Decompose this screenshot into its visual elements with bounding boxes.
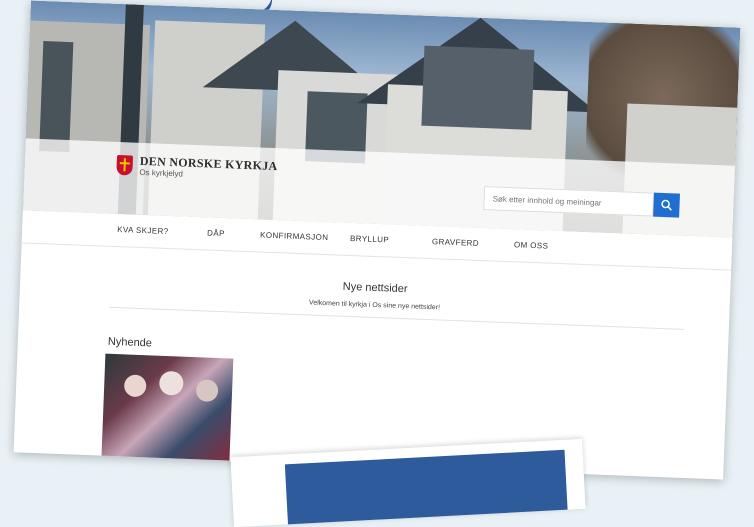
website-screenshot: DEN NORSKE KYRKJA Os kyrkjelyd KVA SKJER…: [13, 0, 741, 480]
news-heading: Nyhende: [107, 335, 153, 350]
church-shield-icon: [116, 154, 134, 176]
nav-item-gravferd[interactable]: GRAVFERD: [432, 237, 479, 248]
nav-item-kva-skjer[interactable]: KVA SKJER?: [117, 225, 169, 236]
nav-item-bryllup[interactable]: BRYLLUP: [350, 234, 389, 244]
nav-item-dap[interactable]: DÅP: [207, 228, 225, 238]
search-button[interactable]: [653, 192, 681, 218]
overlay-card-panel: [284, 449, 568, 525]
news-image[interactable]: [101, 353, 234, 469]
magnifier-icon: [661, 199, 672, 211]
nav-item-om-oss[interactable]: OM OSS: [514, 240, 549, 250]
nav-item-konfirmasjon[interactable]: KONFIRMASJON: [260, 231, 329, 243]
